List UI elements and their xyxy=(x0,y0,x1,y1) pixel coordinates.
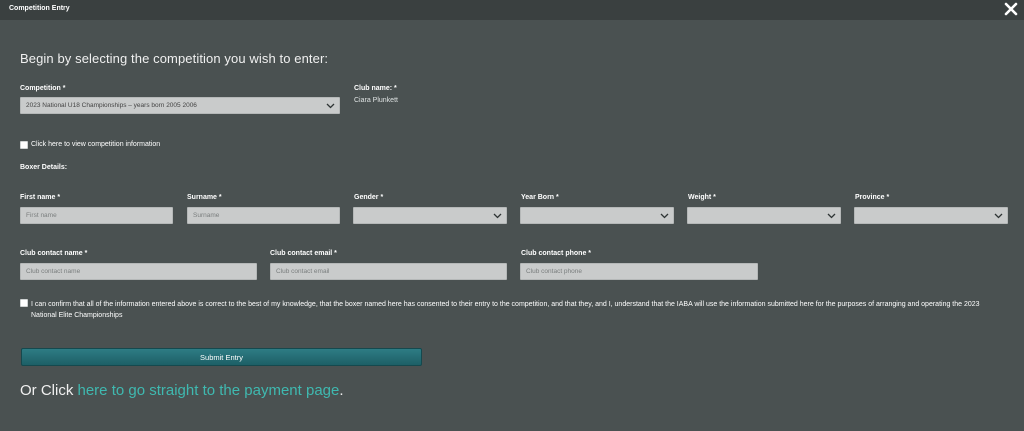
chevron-down-icon xyxy=(493,213,502,219)
chevron-down-icon xyxy=(660,213,669,219)
gender-label: Gender * xyxy=(354,194,384,201)
consent-checkbox[interactable] xyxy=(20,299,28,307)
window-title: Competition Entry xyxy=(9,5,70,12)
year-born-select[interactable] xyxy=(520,207,674,224)
weight-label: Weight * xyxy=(688,194,716,201)
submit-entry-button[interactable]: Submit Entry xyxy=(21,348,422,366)
close-icon[interactable] xyxy=(1004,2,1018,16)
consent-text: I can confirm that all of the informatio… xyxy=(31,301,980,319)
window-titlebar: Competition Entry xyxy=(0,0,1024,20)
surname-label: Surname * xyxy=(187,194,222,201)
payment-page-link[interactable]: here to go straight to the payment page xyxy=(78,382,340,399)
chevron-down-icon xyxy=(994,213,1003,219)
boxer-details-heading: Boxer Details: xyxy=(20,164,68,171)
club-contact-email-label: Club contact email * xyxy=(270,250,337,257)
competition-select[interactable]: 2023 National U18 Championships – years … xyxy=(20,97,340,114)
club-contact-phone-input[interactable] xyxy=(520,263,758,280)
competition-info-label[interactable]: Click here to view competition informati… xyxy=(31,141,160,148)
competition-info-checkbox[interactable] xyxy=(20,141,28,149)
club-contact-email-input[interactable] xyxy=(270,263,507,280)
chevron-down-icon xyxy=(827,213,836,219)
first-name-input[interactable] xyxy=(20,207,173,224)
club-contact-name-label: Club contact name * xyxy=(20,250,88,257)
first-name-label: First name * xyxy=(20,194,61,201)
province-label: Province * xyxy=(855,194,890,201)
competition-label: Competition * xyxy=(20,85,66,92)
surname-input[interactable] xyxy=(187,207,340,224)
weight-select[interactable] xyxy=(687,207,841,224)
chevron-down-icon xyxy=(326,103,335,109)
page-heading: Begin by selecting the competition you w… xyxy=(20,51,329,66)
payment-prefix: Or Click xyxy=(20,382,78,399)
province-select[interactable] xyxy=(854,207,1008,224)
year-born-label: Year Born * xyxy=(521,194,559,201)
club-contact-name-input[interactable] xyxy=(20,263,257,280)
payment-suffix: . xyxy=(339,382,344,399)
club-name-label: Club name: * xyxy=(354,85,397,92)
gender-select[interactable] xyxy=(353,207,507,224)
club-contact-phone-label: Club contact phone * xyxy=(521,250,591,257)
club-name-value: Ciara Plunkett xyxy=(354,97,398,104)
competition-selected: 2023 National U18 Championships – years … xyxy=(26,102,197,109)
payment-line: Or Click here to go straight to the paym… xyxy=(20,382,344,399)
